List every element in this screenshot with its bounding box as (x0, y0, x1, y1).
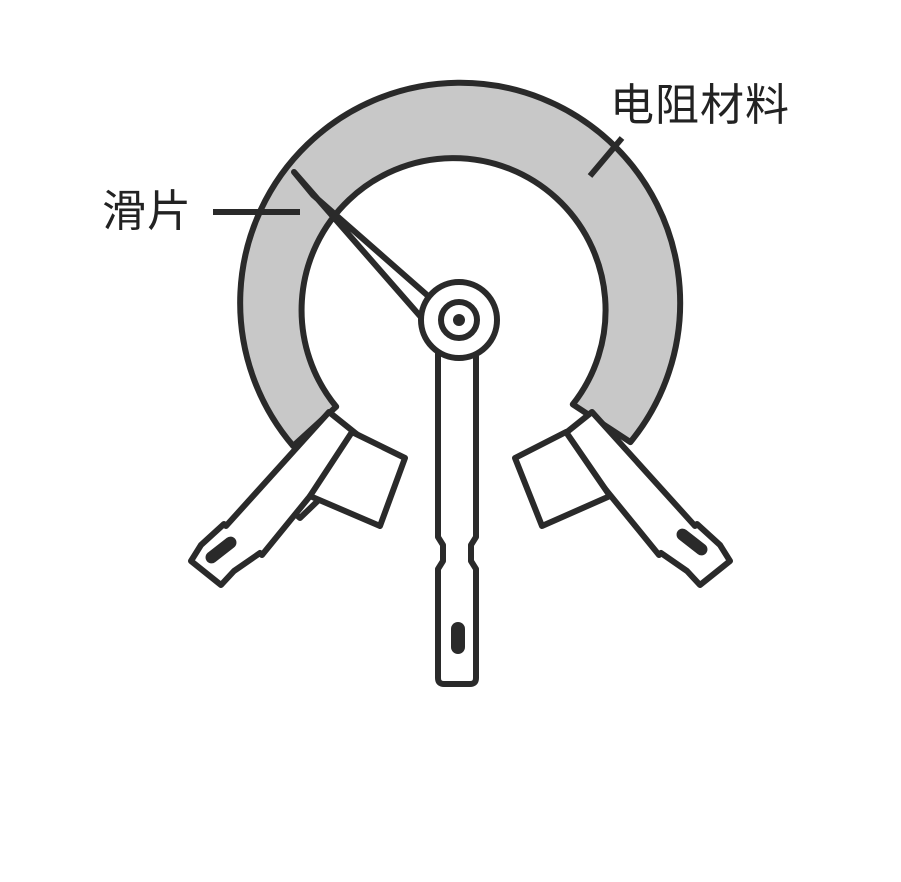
slider-label: 滑片 (102, 186, 192, 237)
hub-pivot (453, 314, 465, 326)
potentiometer-diagram (188, 79, 733, 687)
center-terminal-slot (451, 622, 465, 654)
resistive-material-label: 电阻材料 (610, 80, 790, 131)
center-terminal (435, 342, 479, 687)
